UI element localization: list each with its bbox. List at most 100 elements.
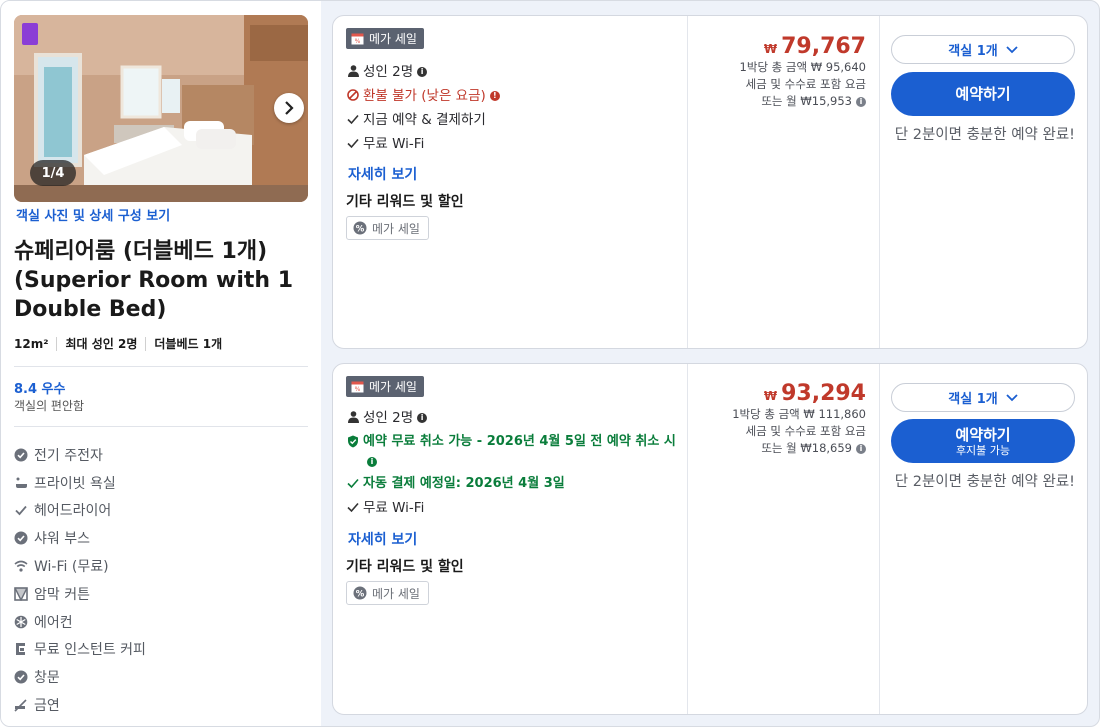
badge-label: 메가 세일 [369,380,417,394]
calendar-icon: % [351,33,364,45]
blackout-curtain-icon [14,587,28,601]
room-rating: 8.4 우수 [14,382,66,397]
no-smoking-icon [14,698,28,712]
meta-divider [145,336,147,351]
amenity-label: 창문 [34,670,60,687]
column-divider [687,364,688,714]
cancellation-policy: 예약 무료 취소 가능 - 2026년 4월 5일 전 예약 취소 시i [346,433,676,469]
amenity-item: 금연 [14,691,146,719]
svg-text:%: % [355,38,361,45]
amenity-item: 헤어드라이어 [14,497,146,525]
book-button[interactable]: 예약하기 후지불 가능 [891,419,1075,463]
book-button[interactable]: 예약하기 [891,72,1075,116]
price-value: 79,767 [781,34,866,59]
amenity-item: 에어컨 [14,608,146,636]
svg-text:%: % [355,386,361,393]
mega-sale-tag: % 메가 세일 [346,581,429,605]
total-price-line: 1박당 총 금액 ₩ 111,860 [732,407,866,421]
amenity-label: 무료 인스턴트 커피 [34,642,146,659]
info-icon[interactable]: i [417,67,428,77]
room-photo[interactable]: 1/4 [14,15,308,202]
book-button-label: 예약하기 [955,425,1011,444]
nightly-price: ₩ 79,767 [740,34,866,59]
amenity-item: Wi-Fi (무료) [14,552,146,580]
monthly-payment-line: 또는 월 ₩18,659 i [732,440,866,457]
chevron-down-icon [1006,45,1018,53]
amenity-item: 샤워 부스 [14,524,146,552]
room-rating-subtitle: 객실의 편안함 [14,399,85,413]
payment-label: 자동 결제 예정일: 2026년 4월 3일 [363,476,565,491]
room-info-panel: 1/4 객실 사진 및 상세 구성 보기 슈페리어룸 (더블베드 1개) (Su… [1,1,321,726]
nightly-price: ₩ 93,294 [732,381,866,406]
pay-later-label: 후지불 가능 [955,443,1011,457]
offer-card: % 메가 세일 성인 2명 i 환불 불가 (낮은 요금) ! 지금 예약 & … [332,15,1088,349]
tag-label: 메가 세일 [372,221,420,236]
room-photos-link[interactable]: 객실 사진 및 상세 구성 보기 [16,205,170,224]
info-icon[interactable]: ! [489,91,500,101]
coffee-maker-icon [14,642,28,656]
chevron-down-icon [1006,393,1018,401]
amenity-list: 전기 주전자 프라이빗 욕실 헤어드라이어 샤워 부스 Wi-Fi (무료) 암… [14,441,146,719]
person-icon [346,63,360,77]
total-price-line: 1박당 총 금액 ₩ 95,640 [739,60,866,74]
guest-count-label: 성인 2명 [363,410,414,426]
photo-counter: 1/4 [30,160,76,186]
mega-sale-badge: % 메가 세일 [346,376,424,397]
booking-note: 단 2분이면 충분한 예약 완료! [894,474,1075,490]
chevron-right-icon [285,101,294,115]
amenity-item: 무료 인스턴트 커피 [14,636,146,664]
amenity-label: 금연 [34,698,60,715]
info-icon[interactable]: i [367,457,377,467]
monthly-payment-label: 또는 월 ₩18,659 [761,441,852,455]
air-conditioner-icon [14,615,28,629]
offer-card: % 메가 세일 성인 2명 i 예약 무료 취소 가능 - 2026년 4월 5… [332,363,1088,715]
check-icon [346,499,360,513]
check-circle-icon [14,670,28,684]
info-icon[interactable]: i [856,96,866,107]
mega-sale-badge: % 메가 세일 [346,28,424,49]
tax-note: 세금 및 수수료 포함 요금 [745,77,866,91]
monthly-payment-line: 또는 월 ₩15,953 i [740,93,866,110]
tax-note: 세금 및 수수료 포함 요금 [745,424,866,438]
room-quantity-select[interactable]: 객실 1개 [891,383,1075,412]
booking-note: 단 2분이면 충분한 예약 완료! [894,127,1075,143]
details-link[interactable]: 자세히 보기 [348,529,417,549]
check-circle-icon [14,448,28,462]
calendar-icon: % [351,381,364,393]
other-rewards-title: 기타 리워드 및 할인 [346,194,464,210]
room-meta: 12m² 최대 성인 2명 더블베드 1개 [14,335,222,352]
discount-icon: % [353,221,367,235]
policy-label: 환불 불가 (낮은 요금) [363,88,486,104]
column-divider [879,364,880,714]
price-value: 93,294 [781,381,866,406]
person-icon [346,409,360,423]
amenity-label: 에어컨 [34,614,73,631]
info-icon[interactable]: i [417,413,428,423]
monthly-payment-label: 또는 월 ₩15,953 [761,94,852,108]
guest-count: 성인 2명 i [346,409,428,427]
check-icon [346,475,360,489]
info-icon[interactable]: i [856,443,866,454]
no-entry-icon [346,87,360,101]
tag-label: 메가 세일 [372,586,420,601]
column-divider [687,16,688,348]
payment-label: 지금 예약 & 결제하기 [363,112,486,128]
svg-text:%: % [356,589,365,599]
discount-icon: % [353,586,367,600]
section-divider [14,426,308,427]
room-quantity-select[interactable]: 객실 1개 [891,35,1075,64]
amenity-label: 헤어드라이어 [34,503,112,520]
policy-label: 예약 무료 취소 가능 - 2026년 4월 5일 전 예약 취소 시i [363,434,676,467]
room-max-guests: 최대 성인 2명 [65,337,138,351]
details-link[interactable]: 자세히 보기 [348,164,417,184]
amenity-label: Wi-Fi (무료) [34,559,109,576]
room-quantity-label: 객실 1개 [948,44,998,59]
badge-label: 메가 세일 [369,32,417,46]
check-icon [14,503,28,517]
room-title: 슈페리어룸 (더블베드 1개) (Superior Room with 1 Do… [14,239,294,322]
guest-count: 성인 2명 i [346,63,428,81]
amenity-item: 전기 주전자 [14,441,146,469]
amenity-label: 샤워 부스 [34,531,90,548]
auto-payment-date: 자동 결제 예정일: 2026년 4월 3일 [346,475,565,493]
next-photo-button[interactable] [274,93,304,123]
